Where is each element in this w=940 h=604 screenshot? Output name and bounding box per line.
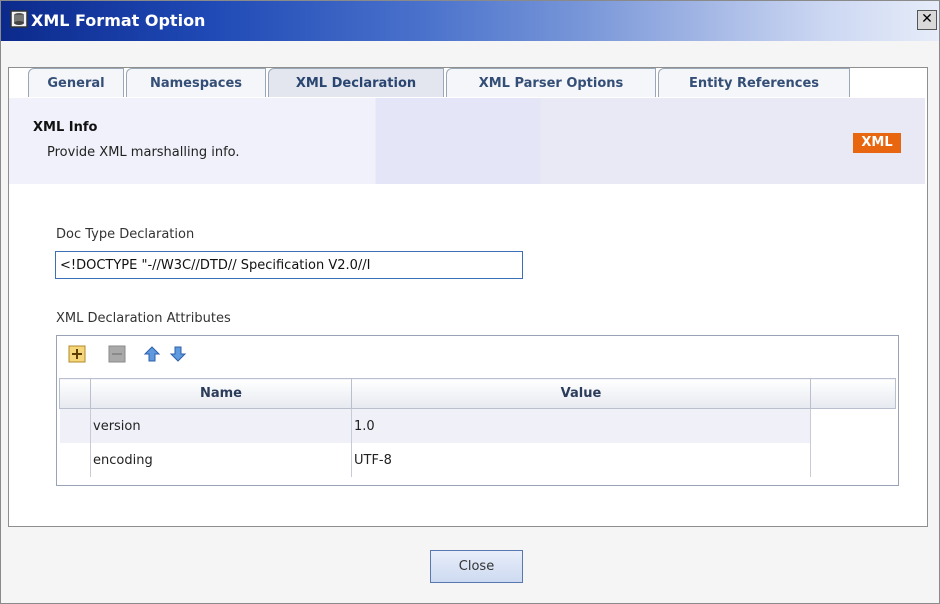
banner-title: XML Info: [33, 120, 98, 135]
row-selector-header: [59, 378, 91, 409]
table-row[interactable]: encoding UTF-8: [60, 443, 896, 477]
grid-toolbar: [57, 336, 898, 372]
cell-value[interactable]: UTF-8: [351, 443, 811, 477]
move-down-icon[interactable]: [169, 345, 187, 363]
doctype-input[interactable]: [55, 251, 523, 279]
cell-name[interactable]: encoding: [90, 443, 352, 477]
app-icon: [10, 10, 28, 28]
remove-icon[interactable]: [108, 345, 126, 363]
cell-name[interactable]: version: [90, 408, 352, 443]
cell-value[interactable]: 1.0: [351, 408, 811, 443]
tab-xml-declaration[interactable]: XML Declaration: [268, 68, 444, 97]
column-header-value[interactable]: Value: [351, 378, 811, 409]
filler-header: [810, 378, 896, 409]
window-title: XML Format Option: [31, 11, 206, 30]
tab-entity-references[interactable]: Entity References: [658, 68, 850, 97]
table-header-row: Name Value: [59, 378, 896, 409]
row-filler: [810, 443, 896, 477]
xml-badge: XML: [853, 133, 901, 153]
row-selector[interactable]: [60, 443, 91, 477]
title-bar[interactable]: XML Format Option ✕: [1, 1, 939, 41]
info-banner: XML Info Provide XML marshalling info. X…: [9, 98, 925, 184]
tab-general[interactable]: General: [28, 68, 124, 97]
attributes-table: Name Value version 1.0 encoding UTF-8: [59, 378, 896, 477]
row-selector[interactable]: [59, 408, 91, 443]
doctype-label: Doc Type Declaration: [56, 227, 195, 242]
table-row[interactable]: version 1.0: [59, 408, 896, 443]
move-up-icon[interactable]: [143, 345, 161, 363]
banner-description: Provide XML marshalling info.: [47, 145, 240, 160]
tab-xml-parser-options[interactable]: XML Parser Options: [446, 68, 656, 97]
close-icon[interactable]: ✕: [917, 10, 937, 30]
attributes-grid: Name Value version 1.0 encoding UTF-8: [56, 335, 899, 486]
add-icon[interactable]: [68, 345, 86, 363]
close-button[interactable]: Close: [430, 550, 523, 583]
attributes-label: XML Declaration Attributes: [56, 311, 231, 326]
row-filler: [810, 408, 896, 443]
tab-namespaces[interactable]: Namespaces: [126, 68, 266, 97]
column-header-name[interactable]: Name: [90, 378, 352, 409]
